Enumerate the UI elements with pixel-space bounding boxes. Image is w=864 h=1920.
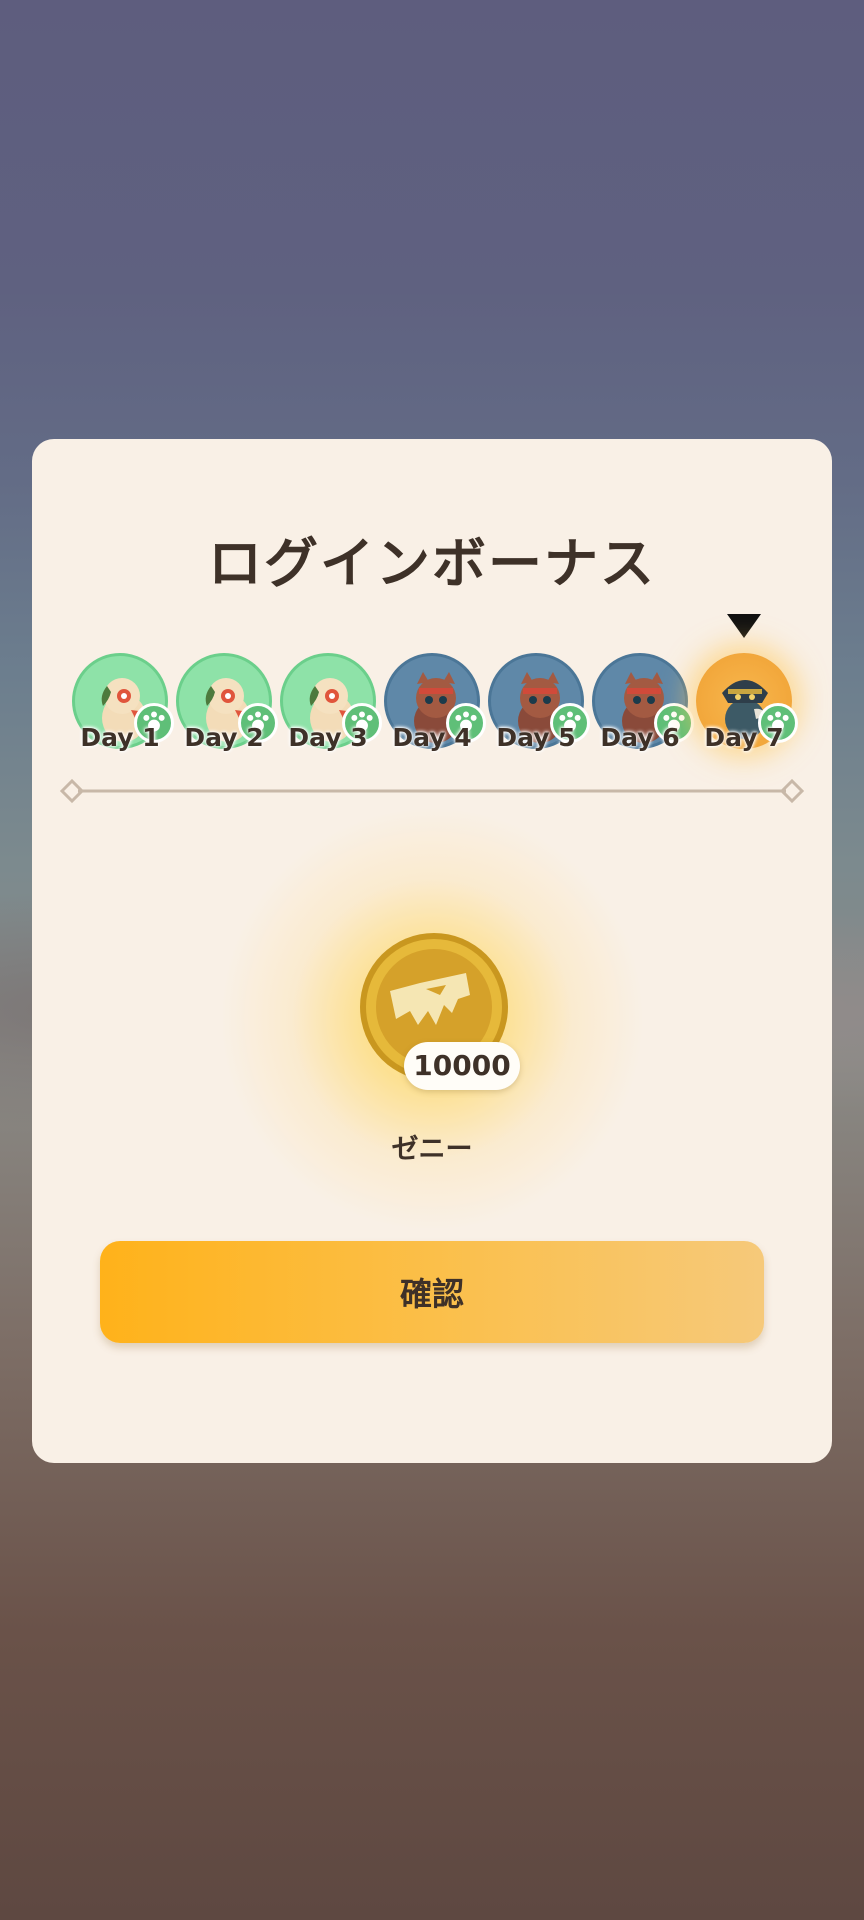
login-bonus-dialog: ログインボーナス Day 1 Day 2 Day 3 Day 4 Day 5 D… <box>32 439 832 1463</box>
confirm-button[interactable]: 確認 <box>100 1241 764 1343</box>
day-label: Day 4 <box>392 723 472 752</box>
reward-amount-badge: 10000 <box>404 1042 520 1090</box>
day-item-2: Day 2 <box>174 653 278 763</box>
day-label: Day 5 <box>496 723 576 752</box>
dialog-title: ログインボーナス <box>208 532 656 595</box>
day-track: Day 1 Day 2 Day 3 Day 4 Day 5 Day 6 Day … <box>70 653 800 763</box>
day-item-7: Day 7 <box>694 653 798 763</box>
reward-name: ゼニー <box>391 1134 473 1165</box>
day-item-5: Day 5 <box>486 653 590 763</box>
day-item-3: Day 3 <box>278 653 382 763</box>
day-label: Day 3 <box>288 723 368 752</box>
day-label: Day 7 <box>704 723 784 752</box>
day-item-6: Day 6 <box>590 653 694 763</box>
current-day-marker-icon <box>727 614 761 638</box>
day-label: Day 6 <box>600 723 680 752</box>
day-label: Day 2 <box>184 723 264 752</box>
day-item-1: Day 1 <box>70 653 174 763</box>
day-item-4: Day 4 <box>382 653 486 763</box>
day-label: Day 1 <box>80 723 160 752</box>
